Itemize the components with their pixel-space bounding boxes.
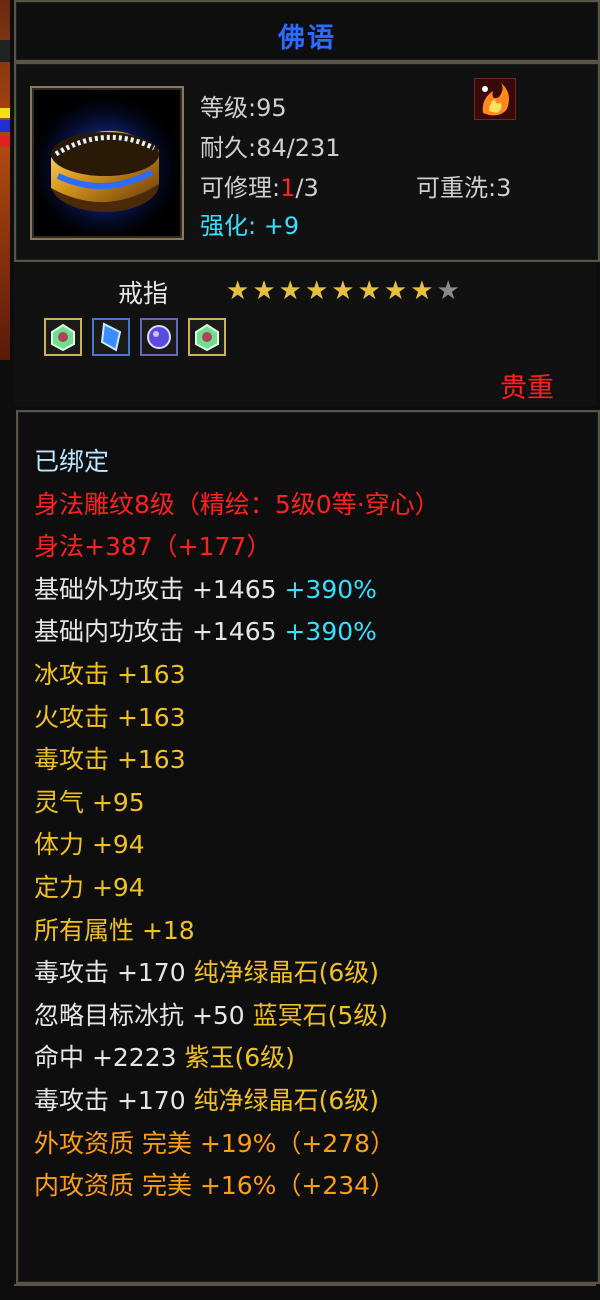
enhance-label: 强化: <box>200 212 257 240</box>
repair-used: 1 <box>280 174 296 202</box>
attribute-text: 纯净绿晶石(6级) <box>193 1086 379 1115</box>
attribute-text: +390% <box>284 574 377 604</box>
attribute-text: 灵气 +95 <box>34 787 145 817</box>
rarity-label: 贵重 <box>500 373 554 404</box>
attribute-line: 体力 +94 <box>34 825 145 861</box>
repair-text: 可修理:1/3 <box>200 168 319 203</box>
attribute-line: 身法+387（+177） <box>34 527 271 563</box>
attribute-line: 忽略目标冰抗 +50 蓝冥石(5级) <box>34 996 388 1032</box>
green-gem-icon <box>51 323 75 352</box>
attribute-text: 外攻资质 完美 +19%（+278） <box>34 1128 396 1158</box>
attribute-text: 紫玉(6级) <box>184 1043 295 1073</box>
purple-jade-icon <box>147 325 171 349</box>
attribute-line: 毒攻击 +170 纯净绿晶石(6级) <box>34 953 379 989</box>
attribute-text: +390% <box>284 617 377 647</box>
attribute-text: 冰攻击 +163 <box>34 660 186 689</box>
gem-socket-3[interactable] <box>140 318 178 356</box>
star-filled-icon: ★ <box>226 276 250 306</box>
attribute-text: 体力 +94 <box>34 830 145 860</box>
attribute-line: 基础外功攻击 +1465 +390% <box>34 570 377 606</box>
attribute-line: 外攻资质 完美 +19%（+278） <box>34 1124 395 1160</box>
attribute-text: 毒攻击 +170 <box>34 958 194 988</box>
repair-prefix: 可修理: <box>200 174 281 202</box>
attribute-line: 定力 +94 <box>34 868 145 904</box>
star-rating: ★ ★ ★ ★ ★ ★ ★ ★ ★ <box>226 278 463 304</box>
attribute-line: 冰攻击 +163 <box>34 655 186 691</box>
gem-socket-4[interactable] <box>188 318 226 356</box>
attribute-text: 已绑定 <box>34 447 110 476</box>
star-filled-icon: ★ <box>252 276 276 306</box>
repair-total: /3 <box>295 174 319 202</box>
level-text: 等级:95 <box>200 94 287 122</box>
attribute-text: 忽略目标冰抗 +50 <box>34 1000 253 1030</box>
star-filled-icon: ★ <box>357 276 381 306</box>
star-filled-icon: ★ <box>331 276 355 306</box>
attribute-text: 内攻资质 完美 +16%（+234） <box>34 1171 396 1201</box>
item-icon-frame <box>30 86 184 240</box>
star-filled-icon: ★ <box>410 276 434 306</box>
attribute-text: 基础内功攻击 +1465 <box>34 617 285 647</box>
star-filled-icon: ★ <box>278 276 302 306</box>
attribute-line: 毒攻击 +163 <box>34 740 186 776</box>
attribute-text: 火攻击 +163 <box>34 702 186 732</box>
gem-socket-1[interactable] <box>44 318 82 356</box>
attribute-text: 定力 +94 <box>34 873 145 902</box>
gold-ring-icon <box>32 88 178 234</box>
attribute-line: 命中 +2223 紫玉(6级) <box>34 1038 295 1074</box>
attribute-line: 身法雕纹8级（精绘：5级0等·穿心） <box>34 485 440 521</box>
green-gem-icon <box>195 323 219 352</box>
attribute-text: 纯净绿晶石(6级) <box>193 958 379 988</box>
attribute-text: 命中 +2223 <box>34 1043 185 1073</box>
item-name: 佛语 <box>278 23 336 54</box>
attribute-text: 蓝冥石(5级) <box>252 1000 389 1030</box>
attribute-line: 基础内功攻击 +1465 +390% <box>34 612 377 648</box>
background-edge <box>0 0 10 360</box>
blue-crystal-icon <box>100 322 122 352</box>
attribute-line: 毒攻击 +170 纯净绿晶石(6级) <box>34 1081 379 1117</box>
rewash-text: 可重洗:3 <box>416 174 512 202</box>
attribute-text: 毒攻击 +170 <box>34 1086 194 1115</box>
attribute-text: 毒攻击 +163 <box>34 745 186 775</box>
star-filled-icon: ★ <box>304 276 329 306</box>
attribute-text: 所有属性 +18 <box>34 915 195 945</box>
item-info-panel: 等级:95 耐久:84/231 可修理:1/3 可重洗:3 强化: +9 <box>14 62 600 262</box>
durability-text: 耐久:84/231 <box>200 134 341 162</box>
attribute-text: 身法+387（+177） <box>34 532 272 562</box>
title-bar: 佛语 <box>14 0 600 62</box>
enhance-text: 强化: +9 <box>200 206 299 241</box>
gem-socket-2[interactable] <box>92 318 130 356</box>
fire-element-icon[interactable] <box>474 78 516 120</box>
attribute-text: 身法雕纹8级（精绘：5级0等·穿心） <box>34 489 440 519</box>
star-empty-icon: ★ <box>436 276 460 306</box>
attribute-line: 火攻击 +163 <box>34 698 186 734</box>
star-filled-icon: ★ <box>383 276 408 306</box>
enhance-value: +9 <box>263 212 300 240</box>
attribute-line: 所有属性 +18 <box>34 911 195 947</box>
attribute-line: 已绑定 <box>34 442 109 478</box>
attribute-line: 灵气 +95 <box>34 783 145 819</box>
item-type: 戒指 <box>118 279 169 308</box>
attribute-panel: 已绑定身法雕纹8级（精绘：5级0等·穿心） 身法+387（+177） 基础外功攻击 … <box>16 410 600 1284</box>
attribute-text: 基础外功攻击 +1465 <box>34 574 285 604</box>
attribute-line: 内攻资质 完美 +16%（+234） <box>34 1166 395 1202</box>
